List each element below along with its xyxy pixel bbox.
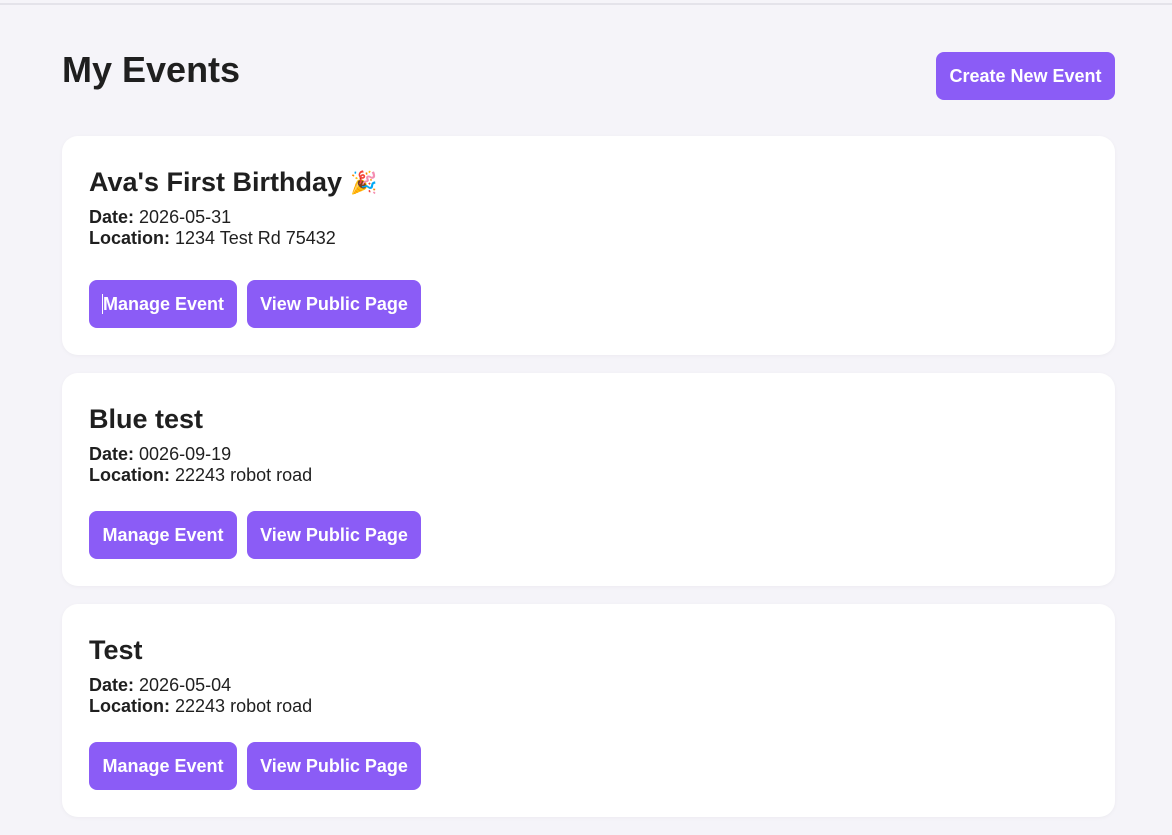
date-label: Date: [89, 444, 135, 464]
date-value: 2026-05-31 [139, 207, 232, 227]
page-header: My Events Create New Event [62, 0, 1115, 136]
party-popper-icon: 🎉 [350, 170, 378, 195]
view-public-page-button[interactable]: View Public Page [247, 280, 421, 328]
event-title-text: Ava's First Birthday [89, 167, 342, 197]
view-public-page-button[interactable]: View Public Page [247, 742, 421, 790]
event-date: Date: 0026-09-19 [89, 444, 231, 465]
view-public-page-button[interactable]: View Public Page [247, 511, 421, 559]
event-title: Test [89, 635, 143, 665]
manage-event-button[interactable]: Manage Event [89, 280, 237, 328]
event-card: Ava's First Birthday 🎉 Date: 2026-05-31 L… [62, 136, 1115, 355]
date-value: 2026-05-04 [139, 675, 232, 695]
event-date: Date: 2026-05-31 [89, 207, 231, 228]
location-value: 22243 robot road [175, 696, 313, 716]
location-label: Location: [89, 228, 170, 248]
date-value: 0026-09-19 [139, 444, 232, 464]
location-label: Location: [89, 465, 170, 485]
event-card: Blue test Date: 0026-09-19 Location: 222… [62, 373, 1115, 586]
event-title: Blue test [89, 404, 204, 434]
event-location: Location: 22243 robot road [89, 465, 312, 486]
event-actions: Manage Event View Public Page [89, 280, 421, 328]
event-card: Test Date: 2026-05-04 Location: 22243 ro… [62, 604, 1115, 817]
location-value: 22243 robot road [175, 465, 313, 485]
event-date: Date: 2026-05-04 [89, 675, 231, 696]
event-title: Ava's First Birthday 🎉 [89, 165, 377, 200]
location-label: Location: [89, 696, 170, 716]
manage-event-button[interactable]: Manage Event [89, 511, 237, 559]
location-value: 1234 Test Rd 75432 [175, 228, 336, 248]
events-page: My Events Create New Event Ava's First B… [62, 0, 1115, 835]
page-title: My Events [62, 49, 241, 90]
event-actions: Manage Event View Public Page [89, 742, 421, 790]
event-location: Location: 1234 Test Rd 75432 [89, 228, 336, 249]
event-location: Location: 22243 robot road [89, 696, 312, 717]
event-actions: Manage Event View Public Page [89, 511, 421, 559]
manage-event-label: Manage Event [102, 294, 225, 314]
date-label: Date: [89, 207, 135, 227]
manage-event-button[interactable]: Manage Event [89, 742, 237, 790]
create-new-event-button[interactable]: Create New Event [936, 52, 1115, 100]
date-label: Date: [89, 675, 135, 695]
